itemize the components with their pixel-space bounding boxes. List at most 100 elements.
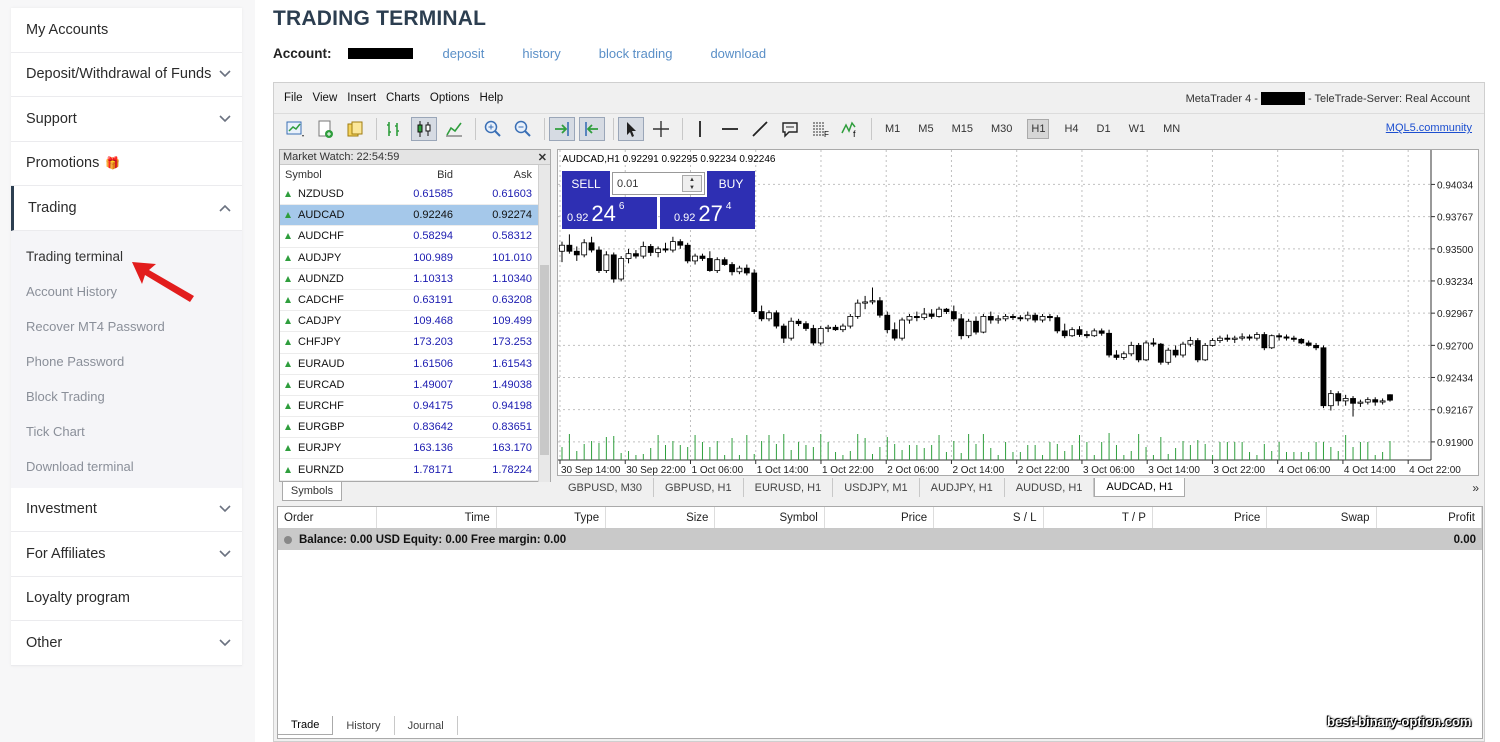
trade-column-header[interactable]: Size [606, 507, 716, 528]
chevron-down-icon[interactable] [218, 636, 232, 650]
timeframe-h4[interactable]: H4 [1061, 120, 1081, 138]
chart-tab[interactable]: AUDUSD, H1 [1005, 478, 1095, 497]
market-watch-row[interactable]: AUDCAD 0.92246 0.92274 [280, 205, 550, 227]
collapse-icon[interactable] [284, 535, 292, 544]
trade-column-header[interactable]: T / P [1044, 507, 1153, 528]
sidebar-item-loyalty-program[interactable]: Loyalty program [11, 577, 242, 621]
menu-insert[interactable]: Insert [347, 92, 376, 104]
more-tabs-icon[interactable]: » [1472, 481, 1479, 495]
market-watch-row[interactable]: EURNZD 1.78171 1.78224 [280, 459, 550, 481]
trendline-icon[interactable] [747, 117, 773, 141]
block-trading-link[interactable]: block trading [599, 46, 673, 61]
submenu-item-trading-terminal[interactable]: Trading terminal [11, 239, 242, 274]
market-watch-row[interactable]: AUDCHF 0.58294 0.58312 [280, 226, 550, 248]
balance-row[interactable]: Balance: 0.00 USD Equity: 0.00 Free marg… [278, 529, 1482, 550]
timeframe-m30[interactable]: M30 [988, 120, 1015, 138]
new-chart-icon[interactable] [282, 117, 308, 141]
buy-button[interactable]: BUY [707, 171, 755, 197]
deposit-link[interactable]: deposit [443, 46, 485, 61]
menu-help[interactable]: Help [480, 92, 504, 104]
sidebar-item-other[interactable]: Other [11, 621, 242, 666]
zoom-in-icon[interactable] [480, 117, 506, 141]
column-ask[interactable]: Ask [459, 169, 538, 181]
market-watch-row[interactable]: EURCHF 0.94175 0.94198 [280, 396, 550, 418]
column-symbol[interactable]: Symbol [280, 169, 380, 181]
timeframe-m5[interactable]: M5 [915, 120, 936, 138]
sidebar-item-support[interactable]: Support [11, 97, 242, 142]
market-watch-row[interactable]: CHFJPY 173.203 173.253 [280, 332, 550, 354]
trade-panel-tab-trade[interactable]: Trade [277, 716, 334, 735]
market-watch-row[interactable]: CADJPY 109.468 109.499 [280, 311, 550, 333]
profiles-icon[interactable] [342, 117, 368, 141]
horizontal-line-icon[interactable] [717, 117, 743, 141]
trade-column-header[interactable]: S / L [934, 507, 1044, 528]
chevron-down-icon[interactable] [218, 112, 232, 126]
trade-column-header[interactable]: Time [377, 507, 497, 528]
chart-tab[interactable]: AUDCAD, H1 [1094, 478, 1186, 497]
fibonacci-icon[interactable]: F [807, 117, 833, 141]
chevron-down-icon[interactable] [218, 67, 232, 81]
scrollbar-thumb[interactable] [540, 265, 549, 455]
trade-column-header[interactable]: Swap [1267, 507, 1377, 528]
menu-options[interactable]: Options [430, 92, 470, 104]
chart-tab[interactable]: AUDJPY, H1 [920, 478, 1005, 497]
zoom-out-icon[interactable] [510, 117, 536, 141]
market-watch-row[interactable]: EURCAD 1.49007 1.49038 [280, 375, 550, 396]
submenu-item-tick-chart[interactable]: Tick Chart [11, 414, 242, 449]
chart-shift-icon[interactable] [579, 116, 605, 141]
sidebar-item-for-affiliates[interactable]: For Affiliates [11, 532, 242, 577]
submenu-item-account-history[interactable]: Account History [11, 274, 242, 309]
sidebar-item-trading[interactable]: Trading [11, 186, 242, 231]
chart-tab[interactable]: GBPUSD, H1 [654, 478, 744, 497]
trade-column-header[interactable]: Symbol [715, 507, 825, 528]
auto-scroll-icon[interactable] [549, 116, 575, 141]
chart-tab[interactable]: EURUSD, H1 [744, 478, 834, 497]
trade-column-header[interactable]: Profit [1377, 507, 1482, 528]
submenu-item-recover-mt4-password[interactable]: Recover MT4 Password [11, 309, 242, 344]
trade-column-header[interactable]: Price [1153, 507, 1268, 528]
market-watch-row[interactable]: EURGBP 0.83642 0.83651 [280, 417, 550, 439]
trade-column-header[interactable]: Type [497, 507, 607, 528]
timeframe-m15[interactable]: M15 [949, 120, 976, 138]
trade-panel-tab-journal[interactable]: Journal [395, 716, 458, 735]
sidebar-item-promotions[interactable]: Promotions 🎁 [11, 142, 242, 186]
sidebar-item-investment[interactable]: Investment [11, 488, 242, 532]
market-watch-row[interactable]: EURAUD 1.61506 1.61543 [280, 354, 550, 375]
trade-column-header[interactable]: Order [278, 507, 378, 528]
chevron-down-icon[interactable] [218, 502, 232, 516]
bar-chart-icon[interactable] [381, 117, 407, 141]
submenu-item-download-terminal[interactable]: Download terminal [11, 449, 242, 484]
menu-view[interactable]: View [313, 92, 338, 104]
text-label-icon[interactable] [777, 117, 803, 141]
market-watch-row[interactable]: NZDUSD 0.61585 0.61603 [280, 184, 550, 206]
timeframe-h1[interactable]: H1 [1027, 118, 1050, 139]
sell-price-button[interactable]: 0.92 24 6 [562, 197, 657, 229]
timeframe-d1[interactable]: D1 [1094, 120, 1114, 138]
chevron-down-icon[interactable] [218, 547, 232, 561]
chart-tab[interactable]: USDJPY, M1 [833, 478, 920, 497]
trade-column-header[interactable]: Price [825, 507, 935, 528]
mql5-community-link[interactable]: MQL5.community [1386, 122, 1472, 134]
timeframe-m1[interactable]: M1 [882, 120, 903, 138]
menu-charts[interactable]: Charts [386, 92, 420, 104]
submenu-item-block-trading[interactable]: Block Trading [11, 379, 242, 414]
menu-file[interactable]: File [284, 92, 303, 104]
market-watch-row[interactable]: AUDNZD 1.10313 1.10340 [280, 269, 550, 290]
market-watch-row[interactable]: CADCHF 0.63191 0.63208 [280, 290, 550, 312]
trade-panel-tab-history[interactable]: History [333, 716, 395, 735]
vertical-line-icon[interactable] [687, 117, 713, 141]
market-watch-row[interactable]: EURJPY 163.136 163.170 [280, 438, 550, 460]
candlestick-chart-icon[interactable] [411, 116, 437, 141]
lot-stepper-icon[interactable]: ▲ ▼ [682, 175, 702, 192]
column-bid[interactable]: Bid [380, 169, 459, 181]
line-chart-icon[interactable] [441, 117, 467, 141]
indicators-icon[interactable]: f [837, 117, 863, 141]
sidebar-item-my-accounts[interactable]: My Accounts [11, 8, 242, 53]
sell-button[interactable]: SELL [562, 171, 610, 197]
submenu-item-phone-password[interactable]: Phone Password [11, 344, 242, 379]
chevron-up-icon[interactable] [218, 201, 232, 215]
history-link[interactable]: history [522, 46, 560, 61]
market-watch-scrollbar[interactable] [538, 165, 550, 482]
crosshair-icon[interactable] [648, 117, 674, 141]
lot-size-input[interactable]: 0.01 ▲ ▼ [612, 172, 705, 195]
